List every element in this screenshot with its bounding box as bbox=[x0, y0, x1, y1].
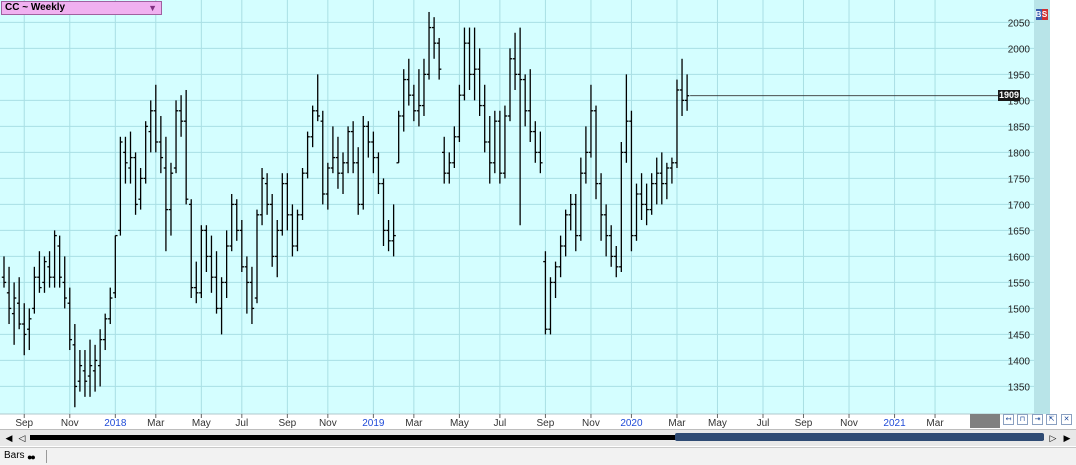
buy-sell-button[interactable]: BS bbox=[1035, 9, 1048, 20]
x-tick-label: Nov bbox=[582, 418, 600, 429]
y-tick-label: 1400 bbox=[1008, 356, 1031, 367]
y-tick-label: 1850 bbox=[1008, 122, 1031, 133]
x-tick-label: Sep bbox=[15, 418, 33, 429]
price-chart[interactable]: 1350 1400 1450 1500 1550 1600 1650 1700 1750 1800… bbox=[0, 0, 1076, 429]
y-tick-label: 1750 bbox=[1008, 174, 1031, 185]
status-bar: Bars ●● bbox=[0, 447, 1076, 465]
x-tick-label: Mar bbox=[926, 418, 944, 429]
x-tick-label: 2018 bbox=[104, 418, 127, 429]
y-tick-label: 1550 bbox=[1008, 278, 1031, 289]
time-axis-cursor bbox=[970, 414, 1000, 428]
x-tick-label: Nov bbox=[840, 418, 858, 429]
chart-type-label: Bars bbox=[4, 450, 25, 461]
x-tick-label: 2020 bbox=[620, 418, 643, 429]
y-tick-label: 1800 bbox=[1008, 148, 1031, 159]
x-tick-label: Nov bbox=[61, 418, 79, 429]
x-tick-label: May bbox=[450, 418, 469, 429]
sell-label: S bbox=[1041, 9, 1048, 20]
last-price-marker: 1909 bbox=[998, 89, 1020, 101]
y-tick-label: 1600 bbox=[1008, 252, 1031, 263]
scroll-thumb[interactable] bbox=[675, 433, 1044, 441]
price-scale-strip bbox=[1034, 0, 1050, 414]
x-tick-label: May bbox=[708, 418, 727, 429]
x-tick-label: Sep bbox=[537, 418, 555, 429]
x-tick-label: 2019 bbox=[362, 418, 385, 429]
price-axis: 1350 1400 1450 1500 1550 1600 1650 1700 1750 1800… bbox=[1008, 18, 1031, 393]
x-tick-label: Mar bbox=[668, 418, 686, 429]
y-tick-label: 1500 bbox=[1008, 304, 1031, 315]
y-tick-label: 2050 bbox=[1008, 18, 1031, 29]
x-tick-label: Sep bbox=[795, 418, 813, 429]
x-tick-label: Nov bbox=[319, 418, 337, 429]
step-right-icon[interactable]: ▷ bbox=[1048, 432, 1058, 444]
chart-type-icon[interactable]: ●● bbox=[27, 452, 36, 462]
x-tick-label: Jul bbox=[493, 418, 506, 429]
x-tick-label: Mar bbox=[405, 418, 423, 429]
y-tick-label: 1350 bbox=[1008, 382, 1031, 393]
x-tick-label: Jul bbox=[757, 418, 770, 429]
chevron-down-icon[interactable]: ▼ bbox=[148, 2, 157, 14]
x-tick-label: 2021 bbox=[883, 418, 906, 429]
scroll-left-icon[interactable]: ◀ bbox=[4, 432, 14, 444]
zoom-out-icon[interactable]: ↤ bbox=[1003, 414, 1014, 425]
y-tick-label: 1700 bbox=[1008, 200, 1031, 211]
symbol-selector[interactable]: CC ~ Weekly ▼ bbox=[1, 1, 162, 15]
scroll-end-icon[interactable]: ⇥ bbox=[1032, 414, 1043, 425]
horizontal-scrollbar[interactable]: ◀ ◁ ▷ ▶ bbox=[0, 429, 1076, 446]
scroll-right-icon[interactable]: ▶ bbox=[1062, 432, 1072, 444]
close-icon[interactable]: ✕ bbox=[1061, 414, 1072, 425]
x-tick-label: Mar bbox=[147, 418, 165, 429]
x-tick-label: May bbox=[192, 418, 211, 429]
x-tick-label: Sep bbox=[278, 418, 296, 429]
compress-icon[interactable]: ⊓ bbox=[1017, 414, 1028, 425]
y-tick-label: 1650 bbox=[1008, 226, 1031, 237]
status-divider bbox=[46, 450, 47, 463]
plot-area[interactable] bbox=[0, 0, 1034, 414]
y-tick-label: 1950 bbox=[1008, 70, 1031, 81]
y-tick-label: 1450 bbox=[1008, 330, 1031, 341]
step-left-icon[interactable]: ◁ bbox=[17, 432, 27, 444]
expand-icon[interactable]: ⇱ bbox=[1046, 414, 1057, 425]
symbol-label: CC ~ Weekly bbox=[5, 2, 66, 13]
y-tick-label: 2000 bbox=[1008, 44, 1031, 55]
x-tick-label: Jul bbox=[235, 418, 248, 429]
